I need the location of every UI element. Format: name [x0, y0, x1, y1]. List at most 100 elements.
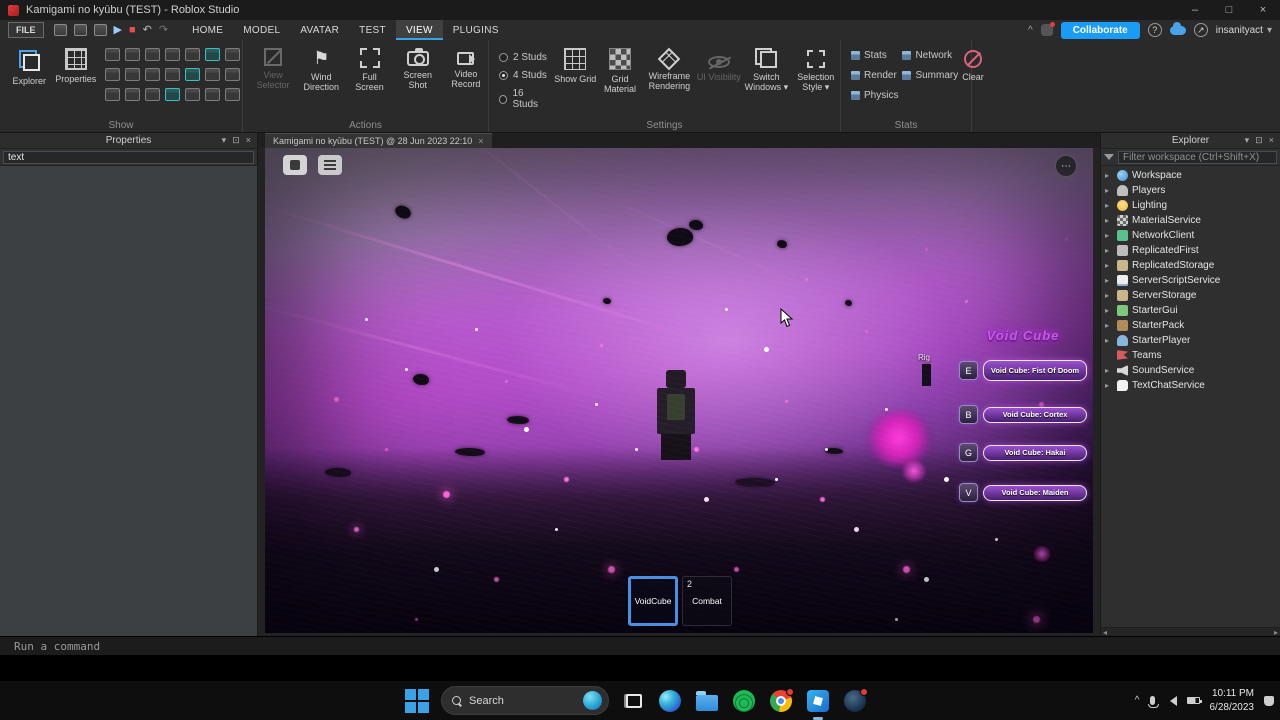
task-view-button[interactable] [620, 688, 646, 714]
video-record-button[interactable]: Video Record [444, 40, 488, 90]
properties-filter-input[interactable] [3, 150, 254, 164]
stud-option-16[interactable]: 16 Studs [499, 88, 549, 110]
view-selector-button[interactable]: View Selector [251, 40, 295, 91]
ui-visibility-button[interactable]: UI Visibility [696, 40, 741, 82]
panel-close-icon[interactable]: × [246, 135, 251, 146]
explorer-item-players[interactable]: ▸ Players [1101, 183, 1280, 198]
paste-icon[interactable] [93, 24, 107, 36]
tray-overflow-icon[interactable]: ^ [1135, 695, 1140, 706]
panel-toggle-icon[interactable] [105, 48, 120, 61]
tab-avatar[interactable]: AVATAR [290, 20, 349, 40]
explorer-item-starterplayer[interactable]: ▸ StarterPlayer [1101, 333, 1280, 348]
explorer-item-replicatedstorage[interactable]: ▸ ReplicatedStorage [1101, 258, 1280, 273]
expand-arrow-icon[interactable]: ▸ [1105, 276, 1113, 285]
minimize-button[interactable]: – [1178, 0, 1212, 20]
cloud-sync-icon[interactable] [1169, 21, 1186, 35]
panel-toggle-icon[interactable] [145, 88, 160, 101]
speaker-icon[interactable] [1165, 695, 1177, 706]
viewport-more-button[interactable]: ⋯ [1055, 155, 1077, 177]
help-icon[interactable]: ? [1147, 23, 1162, 37]
clear-stats-button[interactable]: Clear [962, 50, 984, 101]
panel-close-icon[interactable]: × [1269, 135, 1274, 146]
tab-test[interactable]: TEST [349, 20, 396, 40]
panel-collapse-icon[interactable]: ▾ [222, 135, 227, 146]
explorer-item-replicatedfirst[interactable]: ▸ ReplicatedFirst [1101, 243, 1280, 258]
radio-icon[interactable] [499, 71, 508, 80]
file-explorer-button[interactable] [694, 688, 720, 714]
panel-toggle-icon[interactable] [185, 88, 200, 101]
expand-arrow-icon[interactable]: ▸ [1105, 186, 1113, 195]
network-toggle[interactable]: Network [902, 50, 958, 61]
hotbar-slot-combat[interactable]: 2 Combat [682, 576, 732, 626]
redo-icon[interactable]: ↷ [159, 24, 168, 36]
full-screen-button[interactable]: Full Screen [347, 40, 391, 93]
collaborate-button[interactable]: Collaborate [1060, 21, 1140, 39]
panel-toggle-icon[interactable] [205, 88, 220, 101]
maximize-button[interactable]: □ [1212, 0, 1246, 20]
tab-home[interactable]: HOME [182, 20, 233, 40]
expand-arrow-icon[interactable]: ▸ [1105, 231, 1113, 240]
explorer-item-workspace[interactable]: ▸ Workspace [1101, 168, 1280, 183]
skill-button[interactable]: Void Cube: Hakai [983, 444, 1087, 461]
panel-toggle-icon[interactable] [225, 68, 240, 81]
tab-plugins[interactable]: PLUGINS [443, 20, 509, 40]
render-toggle[interactable]: Render [851, 70, 898, 81]
panel-toggle-icon[interactable] [125, 88, 140, 101]
toggle-properties-button[interactable]: Properties [53, 40, 100, 84]
panel-toggle-icon[interactable] [125, 48, 140, 61]
panel-toggle-icon[interactable] [205, 48, 220, 61]
spotify-button[interactable] [731, 688, 757, 714]
wind-direction-button[interactable]: ⚑ Wind Direction [299, 40, 343, 93]
browser-button[interactable] [768, 687, 794, 714]
stats-toggle[interactable]: Stats [851, 50, 898, 61]
hotbar-slot-voidcube[interactable]: VoidCube [628, 576, 678, 626]
explorer-item-serverstorage[interactable]: ▸ ServerStorage [1101, 288, 1280, 303]
notifications-icon[interactable] [1040, 22, 1055, 36]
explorer-item-startergui[interactable]: ▸ StarterGui [1101, 303, 1280, 318]
panel-toggle-icon[interactable] [145, 48, 160, 61]
panel-toggle-icon[interactable] [125, 68, 140, 81]
panel-toggle-icon[interactable] [105, 88, 120, 101]
tab-model[interactable]: MODEL [233, 20, 290, 40]
explorer-horizontal-scrollbar[interactable]: ◂ ▸ [1101, 627, 1280, 637]
panel-toggle-icon[interactable] [145, 68, 160, 81]
panel-toggle-icon[interactable] [165, 68, 180, 81]
explorer-item-serverscriptservice[interactable]: ▸ ServerScriptService [1101, 273, 1280, 288]
battery-icon[interactable] [1186, 697, 1202, 704]
panel-toggle-icon[interactable] [185, 48, 200, 61]
explorer-filter-input[interactable] [1118, 150, 1277, 164]
taskbar-search[interactable]: Search [441, 686, 609, 715]
start-button[interactable] [404, 688, 430, 714]
expand-arrow-icon[interactable]: ▸ [1105, 216, 1113, 225]
explorer-item-networkclient[interactable]: ▸ NetworkClient [1101, 228, 1280, 243]
play-icon[interactable]: ▶ [114, 24, 122, 36]
summary-toggle[interactable]: Summary [902, 70, 958, 81]
radio-icon[interactable] [499, 53, 508, 62]
game-document-tab[interactable]: Kamigami no kyūbu (TEST) @ 28 Jun 2023 2… [265, 133, 492, 148]
panel-toggle-icon[interactable] [225, 88, 240, 101]
notification-center-icon[interactable] [1264, 695, 1274, 706]
panel-toggle-icon[interactable] [225, 48, 240, 61]
expand-arrow-icon[interactable]: ▸ [1105, 246, 1113, 255]
close-button[interactable]: × [1246, 0, 1280, 20]
steam-button[interactable] [842, 687, 868, 714]
screen-shot-button[interactable]: Screen Shot [396, 40, 440, 91]
switch-windows-button[interactable]: Switch Windows ▾ [741, 40, 791, 93]
expand-arrow-icon[interactable]: ▸ [1105, 381, 1113, 390]
viewport-list-button[interactable] [318, 155, 342, 175]
panel-toggle-icon[interactable] [105, 68, 120, 81]
panel-toggle-icon[interactable] [205, 68, 220, 81]
explorer-item-materialservice[interactable]: ▸ MaterialService [1101, 213, 1280, 228]
expand-arrow-icon[interactable]: ▸ [1105, 201, 1113, 210]
skill-button[interactable]: Void Cube: Cortex [983, 406, 1087, 423]
radio-icon[interactable] [499, 94, 508, 104]
undo-icon[interactable]: ↶ [143, 24, 152, 36]
explorer-item-teams[interactable]: Teams [1101, 348, 1280, 363]
expand-arrow-icon[interactable]: ▸ [1105, 171, 1113, 180]
open-icon[interactable] [73, 24, 87, 36]
command-bar[interactable]: Run a command [0, 636, 1280, 655]
tab-close-icon[interactable]: × [478, 136, 483, 146]
stud-option-2[interactable]: 2 Studs [499, 52, 549, 63]
toggle-explorer-button[interactable]: Explorer [6, 40, 53, 86]
game-viewport[interactable]: Rig ⋯ Void Cube E Void Cube: Fist Of Doo… [265, 148, 1093, 633]
